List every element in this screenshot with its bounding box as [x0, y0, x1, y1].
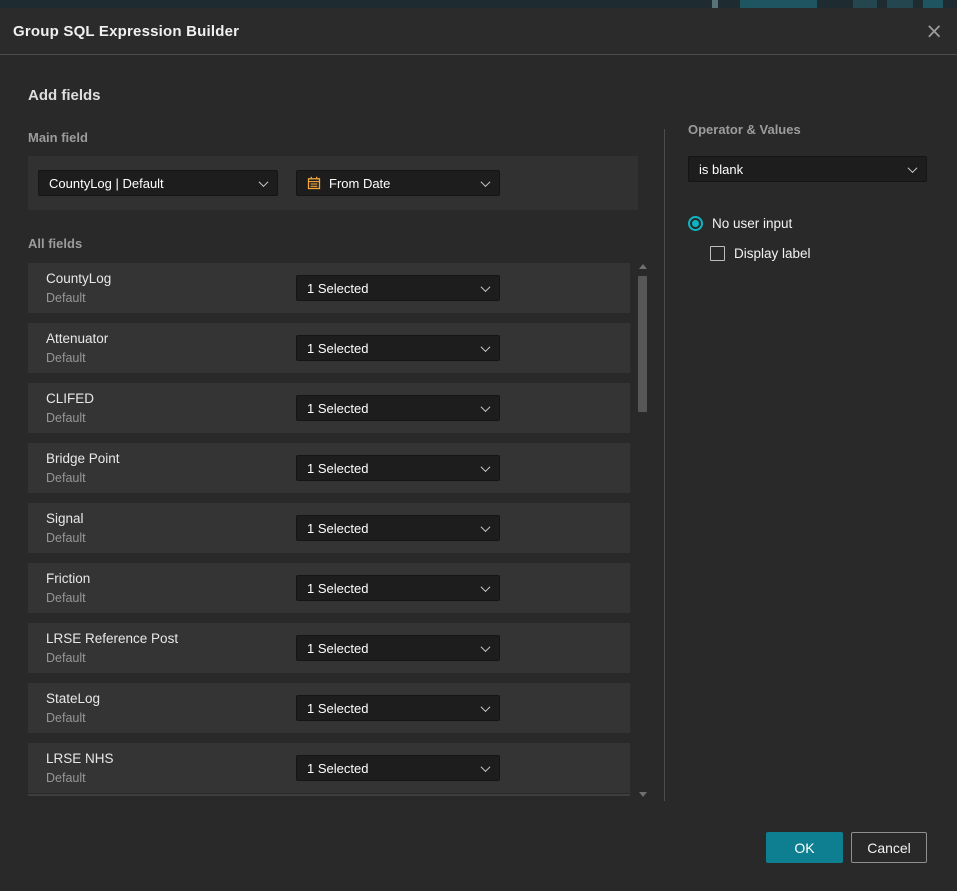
all-fields-label: All fields: [28, 236, 82, 251]
dropdown-value: 1 Selected: [307, 521, 368, 536]
dropdown-value: 1 Selected: [307, 401, 368, 416]
add-fields-heading: Add fields: [28, 87, 101, 104]
cancel-button[interactable]: Cancel: [851, 832, 927, 863]
dropdown-value: CountyLog | Default: [49, 176, 164, 191]
field-selection-dropdown[interactable]: 1 Selected: [296, 755, 500, 781]
operator-dropdown[interactable]: is blank: [688, 156, 927, 182]
field-selection-dropdown[interactable]: 1 Selected: [296, 335, 500, 361]
main-field-label: Main field: [28, 130, 88, 145]
chevron-down-icon: [908, 163, 918, 173]
background-app-element: [887, 0, 913, 8]
close-icon[interactable]: ×: [925, 21, 943, 42]
dropdown-value: is blank: [699, 162, 743, 177]
field-row: CLIFED Default 1 Selected: [28, 383, 630, 433]
field-selection-dropdown[interactable]: 1 Selected: [296, 275, 500, 301]
next-row-peek: [28, 794, 630, 796]
chevron-down-icon: [481, 402, 491, 412]
field-selection-dropdown[interactable]: 1 Selected: [296, 455, 500, 481]
scrollbar-thumb[interactable]: [638, 276, 647, 412]
operator-values-heading: Operator & Values: [688, 122, 801, 137]
checkbox-label: Display label: [734, 246, 811, 261]
main-field-layer-dropdown[interactable]: CountyLog | Default: [38, 170, 278, 196]
main-field-panel: CountyLog | Default From Date: [28, 156, 638, 210]
chevron-down-icon: [481, 282, 491, 292]
ok-button[interactable]: OK: [766, 832, 843, 863]
field-row: LRSE Reference Post Default 1 Selected: [28, 623, 630, 673]
background-app-element: [853, 0, 877, 8]
dialog-header: Group SQL Expression Builder ×: [0, 8, 957, 55]
chevron-down-icon: [259, 177, 269, 187]
field-row: Attenuator Default 1 Selected: [28, 323, 630, 373]
background-app-element: [923, 0, 943, 8]
field-selection-dropdown[interactable]: 1 Selected: [296, 395, 500, 421]
all-fields-list: CountyLog Default 1 Selected Attenuator …: [28, 263, 630, 803]
field-row: StateLog Default 1 Selected: [28, 683, 630, 733]
radio-selected-icon: [688, 216, 703, 231]
field-row: Friction Default 1 Selected: [28, 563, 630, 613]
display-label-checkbox[interactable]: Display label: [710, 246, 811, 261]
scrollbar-down-arrow-icon[interactable]: [639, 792, 647, 797]
field-row: LRSE NHS Default 1 Selected: [28, 743, 630, 793]
chevron-down-icon: [481, 582, 491, 592]
dropdown-value: 1 Selected: [307, 761, 368, 776]
chevron-down-icon: [481, 177, 491, 187]
radio-label: No user input: [712, 216, 792, 231]
field-selection-dropdown[interactable]: 1 Selected: [296, 575, 500, 601]
checkbox-unchecked-icon: [710, 246, 725, 261]
field-selection-dropdown[interactable]: 1 Selected: [296, 695, 500, 721]
chevron-down-icon: [481, 462, 491, 472]
panel-divider: [664, 129, 665, 801]
no-user-input-radio[interactable]: No user input: [688, 216, 792, 231]
dropdown-value: 1 Selected: [307, 281, 368, 296]
background-app-element: [712, 0, 718, 8]
chevron-down-icon: [481, 762, 491, 772]
chevron-down-icon: [481, 522, 491, 532]
field-selection-dropdown[interactable]: 1 Selected: [296, 515, 500, 541]
dialog-body: Add fields Main field CountyLog | Defaul…: [0, 55, 957, 890]
background-app-element: [740, 0, 817, 8]
background-app-strip: [0, 0, 957, 8]
chevron-down-icon: [481, 642, 491, 652]
dropdown-value: From Date: [329, 176, 390, 191]
main-field-date-dropdown[interactable]: From Date: [296, 170, 500, 196]
dropdown-value: 1 Selected: [307, 701, 368, 716]
dropdown-value: 1 Selected: [307, 461, 368, 476]
dialog-title: Group SQL Expression Builder: [13, 23, 239, 40]
scrollbar-up-arrow-icon[interactable]: [639, 264, 647, 269]
dropdown-value: 1 Selected: [307, 581, 368, 596]
field-row: Bridge Point Default 1 Selected: [28, 443, 630, 493]
field-row: CountyLog Default 1 Selected: [28, 263, 630, 313]
chevron-down-icon: [481, 342, 491, 352]
dropdown-value: 1 Selected: [307, 341, 368, 356]
chevron-down-icon: [481, 702, 491, 712]
field-row: Signal Default 1 Selected: [28, 503, 630, 553]
field-selection-dropdown[interactable]: 1 Selected: [296, 635, 500, 661]
dropdown-value: 1 Selected: [307, 641, 368, 656]
calendar-icon: [307, 176, 321, 190]
group-sql-expression-builder-dialog: Group SQL Expression Builder × Add field…: [0, 8, 957, 891]
